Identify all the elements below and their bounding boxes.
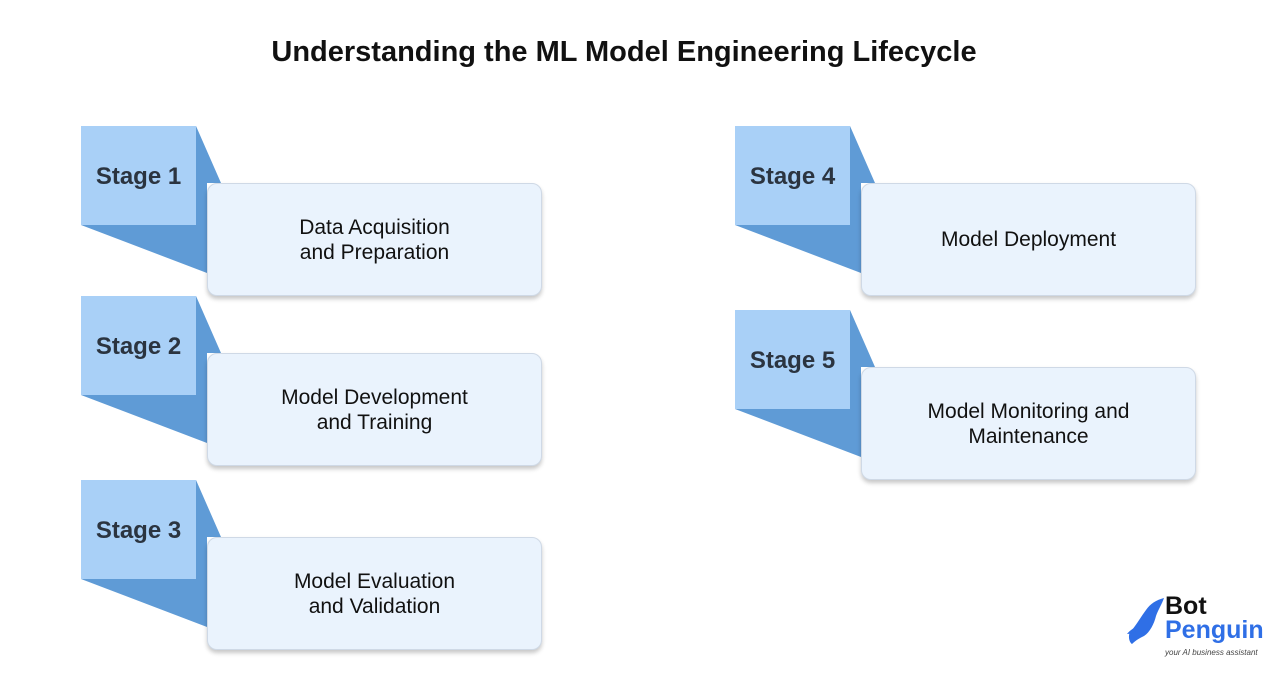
stage-3: Stage 3 Model Evaluation and Validation xyxy=(81,480,543,650)
stage-label: Stage 3 xyxy=(95,517,182,544)
logo-text-penguin: Penguin xyxy=(1165,616,1264,644)
stage-4: Stage 4 Model Deployment xyxy=(735,126,1197,296)
stage-1: Stage 1 Data Acquisition and Preparation xyxy=(81,126,543,296)
penguin-icon xyxy=(1127,598,1164,644)
logo-tagline: your AI business assistant xyxy=(1165,648,1258,657)
stage-label: Stage 1 xyxy=(95,163,182,190)
stage-5: Stage 5 Model Monitoring and Maintenance xyxy=(735,310,1197,480)
stage-description: Model Deployment xyxy=(940,228,1117,251)
stage-card: Data Acquisition and Preparation xyxy=(207,183,542,296)
stage-label: Stage 4 xyxy=(749,163,836,190)
diagram-title: Understanding the ML Model Engineering L… xyxy=(271,36,977,68)
stage-2: Stage 2 Model Development and Training xyxy=(81,296,543,466)
stage-description: Data Acquisition and Preparation xyxy=(299,215,450,264)
botpenguin-logo: Bot Penguin your AI business assistant xyxy=(1126,592,1276,664)
stage-card: Model Development and Training xyxy=(207,353,542,466)
stage-description: Model Development and Training xyxy=(281,385,468,434)
stage-description: Model Monitoring and Maintenance xyxy=(927,399,1130,448)
stage-description: Model Evaluation and Validation xyxy=(293,569,456,618)
stage-card: Model Evaluation and Validation xyxy=(207,537,542,650)
stage-label: Stage 5 xyxy=(749,347,836,374)
stage-label: Stage 2 xyxy=(95,333,182,360)
stage-card: Model Deployment xyxy=(861,183,1196,296)
stage-card: Model Monitoring and Maintenance xyxy=(861,367,1196,480)
